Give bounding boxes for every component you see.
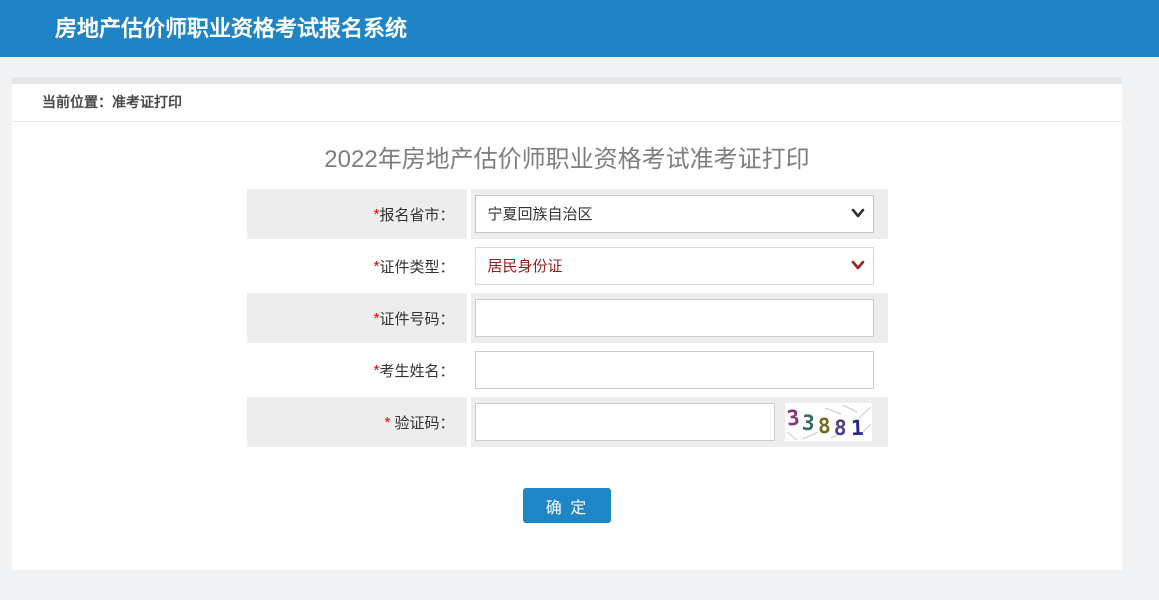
province-select[interactable]: 宁夏回族自治区	[475, 195, 874, 233]
name-label-text: 考生姓名：	[379, 360, 454, 381]
id-type-select-wrap: 居民身份证	[475, 247, 874, 285]
content-panel: 当前位置：准考证打印 2022年房地产估价师职业资格考试准考证打印 *报名省市：…	[12, 77, 1122, 570]
id-type-label: *证件类型：	[247, 241, 471, 291]
province-select-wrap: 宁夏回族自治区	[475, 195, 874, 233]
form-row-id-number: *证件号码：	[247, 293, 888, 343]
id-type-label-text: 证件类型：	[379, 256, 454, 277]
captcha-image[interactable]: 3 3 8 8 1	[785, 403, 872, 441]
captcha-digit: 8	[817, 414, 831, 439]
captcha-label: * 验证码：	[247, 397, 471, 447]
name-input[interactable]	[475, 351, 874, 389]
province-field-cell: 宁夏回族自治区	[471, 189, 888, 239]
captcha-digit: 8	[833, 416, 847, 441]
province-label-text: 报名省市：	[379, 204, 454, 225]
form-row-captcha: * 验证码： 3 3 8 8 1	[247, 397, 888, 447]
captcha-input[interactable]	[475, 403, 775, 441]
form-row-province: *报名省市： 宁夏回族自治区	[247, 189, 888, 239]
confirm-button[interactable]: 确 定	[523, 488, 611, 523]
province-label: *报名省市：	[247, 189, 471, 239]
captcha-digit: 1	[850, 416, 863, 440]
id-number-label-text: 证件号码：	[379, 308, 454, 329]
captcha-field-cell: 3 3 8 8 1	[471, 397, 888, 447]
id-type-field-cell: 居民身份证	[471, 241, 888, 291]
id-number-input[interactable]	[475, 299, 874, 337]
form-row-name: *考生姓名：	[247, 345, 888, 395]
name-label: *考生姓名：	[247, 345, 471, 395]
admission-ticket-form: *报名省市： 宁夏回族自治区 *证件类型： 居民身份证	[247, 189, 888, 447]
id-number-label: *证件号码：	[247, 293, 471, 343]
id-type-select[interactable]: 居民身份证	[475, 247, 874, 285]
submit-area: 确 定	[12, 488, 1122, 523]
form-row-id-type: *证件类型： 居民身份证	[247, 241, 888, 291]
id-number-field-cell	[471, 293, 888, 343]
name-field-cell	[471, 345, 888, 395]
captcha-label-text: 验证码：	[390, 412, 454, 433]
breadcrumb: 当前位置：准考证打印	[12, 84, 1122, 122]
captcha-digit: 3	[785, 405, 800, 430]
app-header: 房地产估价师职业资格考试报名系统	[0, 0, 1159, 57]
captcha-digit: 3	[801, 411, 815, 436]
app-title: 房地产估价师职业资格考试报名系统	[0, 0, 1159, 57]
page-title: 2022年房地产估价师职业资格考试准考证打印	[12, 146, 1122, 174]
